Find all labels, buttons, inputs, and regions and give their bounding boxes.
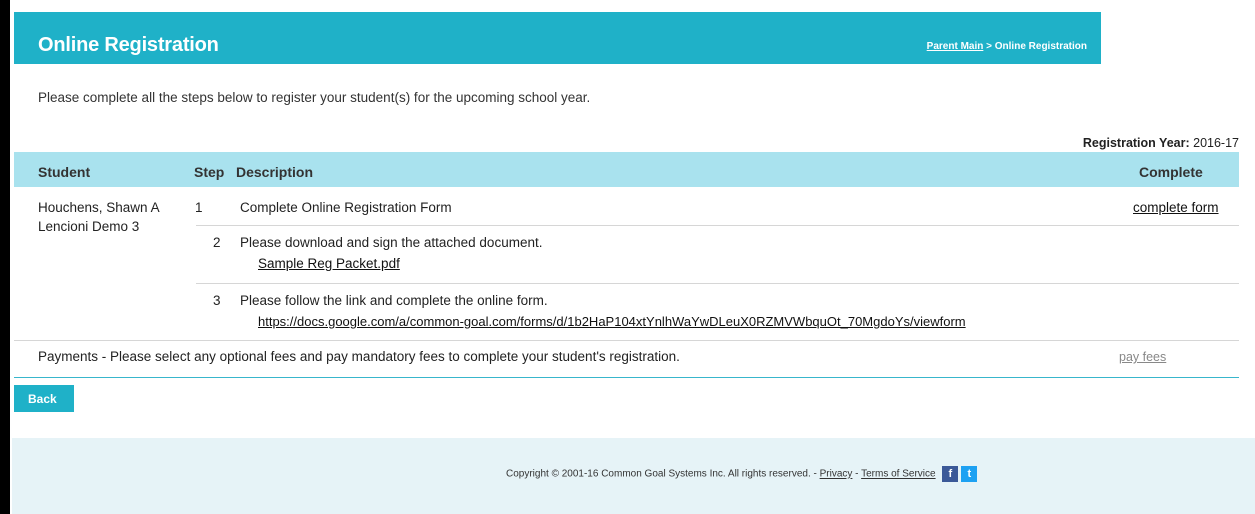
step-description-1: Complete Online Registration Form	[240, 200, 452, 215]
twitter-icon[interactable]: t	[961, 466, 978, 482]
step-number-3: 3	[213, 293, 221, 308]
pay-fees-link[interactable]: pay fees	[1119, 350, 1166, 364]
student-name-line1: Houchens, Shawn A	[38, 200, 160, 215]
footer-text: Copyright © 2001-16 Common Goal Systems …	[506, 466, 978, 482]
footer: Copyright © 2001-16 Common Goal Systems …	[12, 438, 1255, 514]
row-divider	[14, 340, 1239, 341]
breadcrumb-separator: >	[983, 41, 995, 52]
page-header: Online Registration Parent Main > Online…	[14, 12, 1101, 64]
footer-separator: -	[852, 468, 862, 480]
breadcrumb-parent-main-link[interactable]: Parent Main	[927, 41, 984, 52]
back-button[interactable]: Back	[14, 385, 74, 412]
complete-form-link[interactable]: complete form	[1133, 200, 1219, 215]
column-header-complete: Complete	[1139, 164, 1203, 180]
breadcrumb: Parent Main > Online Registration	[927, 41, 1087, 52]
window-left-inner	[10, 0, 12, 514]
intro-text: Please complete all the steps below to r…	[38, 90, 591, 105]
step-number-2: 2	[213, 235, 221, 250]
step-number-1: 1	[195, 200, 203, 215]
column-header-description: Description	[236, 164, 314, 180]
page-title: Online Registration	[38, 34, 219, 56]
window-top-edge	[0, 0, 1255, 11]
payments-text: Payments - Please select any optional fe…	[38, 349, 680, 364]
table-bottom-border	[14, 377, 1239, 378]
sample-reg-packet-link[interactable]: Sample Reg Packet.pdf	[258, 256, 400, 271]
row-divider	[196, 225, 1239, 226]
registration-year-value: 2016-17	[1193, 136, 1239, 150]
facebook-icon[interactable]: f	[942, 466, 959, 482]
table-header: Student Step Description Complete	[14, 152, 1239, 187]
terms-of-service-link[interactable]: Terms of Service	[861, 469, 935, 480]
column-header-student: Student	[38, 164, 91, 180]
breadcrumb-current: Online Registration	[994, 41, 1087, 52]
copyright-text: Copyright © 2001-16 Common Goal Systems …	[506, 468, 820, 480]
column-header-step: Step	[194, 164, 225, 180]
step-description-3: Please follow the link and complete the …	[240, 293, 548, 308]
google-form-link[interactable]: https://docs.google.com/a/common-goal.co…	[258, 314, 966, 329]
student-name-line2: Lencioni Demo 3	[38, 219, 140, 234]
step-description-2: Please download and sign the attached do…	[240, 235, 543, 250]
registration-year-label: Registration Year:	[1082, 136, 1190, 150]
row-divider	[196, 283, 1239, 284]
registration-year: Registration Year: 2016-17	[1083, 136, 1239, 150]
privacy-link[interactable]: Privacy	[820, 469, 853, 480]
